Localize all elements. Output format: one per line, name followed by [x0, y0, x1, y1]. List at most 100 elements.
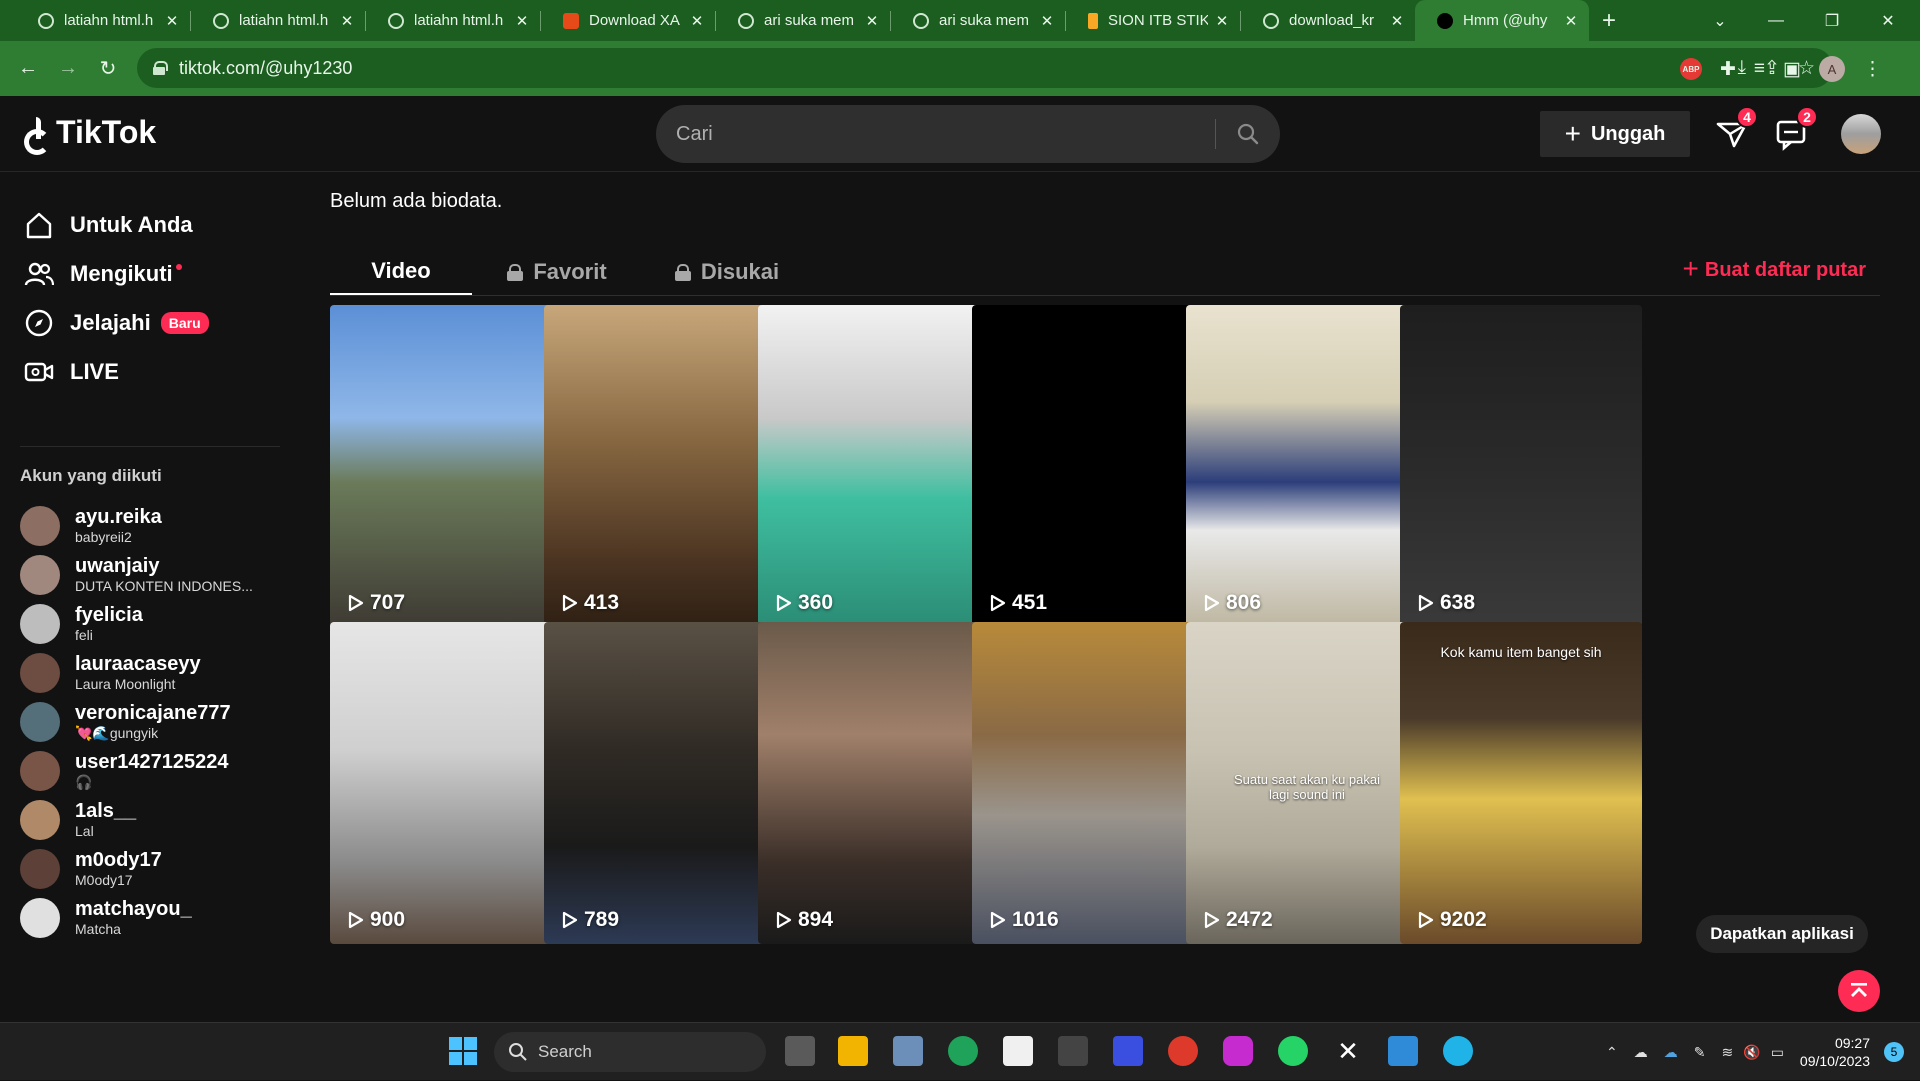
- video-card[interactable]: 806Hahahah: [1186, 305, 1428, 660]
- video-thumbnail[interactable]: 413: [544, 305, 786, 627]
- followed-account[interactable]: lauraacaseyy Laura Moonlight: [20, 649, 201, 697]
- inbox-filter-button[interactable]: 4: [1712, 106, 1758, 154]
- browser-tab[interactable]: ari suka mem ✕: [716, 0, 890, 41]
- video-thumbnail[interactable]: 806: [1186, 305, 1428, 627]
- taskbar-search[interactable]: Search: [494, 1032, 766, 1072]
- messages-button[interactable]: 2: [1772, 106, 1818, 154]
- xbox-icon[interactable]: ✕: [1333, 1036, 1363, 1066]
- video-card[interactable]: 707KOSTWARA TEAM ✌️: [330, 305, 572, 662]
- chrome-icon[interactable]: [1168, 1036, 1198, 1066]
- close-icon[interactable]: ✕: [1563, 12, 1579, 30]
- browser-tab[interactable]: latiahn html.h ✕: [366, 0, 540, 41]
- vscode-icon[interactable]: [1388, 1036, 1418, 1066]
- profile-avatar[interactable]: A: [1818, 56, 1845, 82]
- store-icon[interactable]: [1003, 1036, 1033, 1066]
- browser-tab[interactable]: SION ITB STIK ✕: [1066, 0, 1240, 41]
- clock[interactable]: 09:27 09/10/2023: [1800, 1034, 1870, 1070]
- close-icon[interactable]: ✕: [864, 12, 880, 30]
- app-icon[interactable]: [1443, 1036, 1473, 1066]
- browser-tab[interactable]: latiahn html.h ✕: [191, 0, 365, 41]
- close-icon[interactable]: ✕: [689, 12, 705, 30]
- video-thumbnail[interactable]: 894: [758, 622, 1000, 944]
- file-explorer-icon[interactable]: [838, 1036, 868, 1066]
- forward-button[interactable]: →: [48, 49, 88, 89]
- url-text[interactable]: tiktok.com/@uhy1230: [179, 58, 352, 79]
- tab-search-chevron-icon[interactable]: ⌄: [1692, 0, 1748, 41]
- app-icon[interactable]: [1113, 1036, 1143, 1066]
- video-card[interactable]: 1016: [972, 622, 1214, 944]
- adblock-plus-icon[interactable]: ABP: [1680, 58, 1702, 80]
- video-card[interactable]: 413aaaaaaa: [544, 305, 786, 660]
- video-thumbnail[interactable]: 638: [1400, 305, 1642, 627]
- followed-account[interactable]: ayu.reika babyreii2: [20, 502, 162, 550]
- nav-live[interactable]: LIVE: [22, 352, 119, 392]
- user-avatar[interactable]: [1841, 114, 1881, 154]
- close-icon[interactable]: ✕: [1389, 12, 1405, 30]
- followed-account[interactable]: m0ody17 M0ody17: [20, 845, 162, 893]
- video-thumbnail[interactable]: 360: [758, 305, 1000, 627]
- browser-tab[interactable]: ari suka mem ✕: [891, 0, 1065, 41]
- tiktok-logo[interactable]: TikTok: [20, 114, 156, 155]
- create-playlist-button[interactable]: + Buat daftar putar: [1683, 253, 1866, 285]
- close-icon[interactable]: ✕: [514, 12, 530, 30]
- reading-list-icon[interactable]: ≡: [1754, 58, 1765, 80]
- followed-account[interactable]: matchayou_ Matcha: [20, 894, 192, 942]
- video-thumbnail[interactable]: Suatu saat akan ku pakai lagi sound ini 2…: [1186, 622, 1428, 944]
- whatsapp-icon[interactable]: [1278, 1036, 1308, 1066]
- network-warning-icon[interactable]: ☁: [1634, 1044, 1648, 1061]
- photos-icon[interactable]: [893, 1036, 923, 1066]
- video-card[interactable]: 451P nongki: [972, 305, 1214, 660]
- nav-jelajahi[interactable]: Jelajahi Baru: [22, 303, 209, 343]
- task-view-icon[interactable]: [785, 1036, 815, 1066]
- tray-chevron-icon[interactable]: ⌃: [1606, 1044, 1618, 1061]
- video-thumbnail[interactable]: 707: [330, 305, 572, 627]
- app-icon[interactable]: [1058, 1036, 1088, 1066]
- pen-icon[interactable]: ✎: [1694, 1044, 1706, 1061]
- video-thumbnail[interactable]: 900: [330, 622, 572, 944]
- followed-account[interactable]: fyelicia feli: [20, 600, 143, 648]
- scroll-to-top-button[interactable]: [1838, 970, 1880, 1012]
- followed-account[interactable]: uwanjaiy DUTA KONTEN INDONES...: [20, 551, 253, 599]
- reload-button[interactable]: ↻: [88, 49, 128, 89]
- back-button[interactable]: ←: [8, 49, 48, 89]
- volume-muted-icon[interactable]: 🔇: [1743, 1044, 1760, 1061]
- video-thumbnail[interactable]: 1016: [972, 622, 1214, 944]
- close-window-button[interactable]: ✕: [1860, 0, 1916, 41]
- followed-account[interactable]: 1als__ Lal: [20, 796, 136, 844]
- wifi-icon[interactable]: ≋: [1722, 1044, 1734, 1061]
- close-icon[interactable]: ✕: [1039, 12, 1055, 30]
- tab-favorit[interactable]: Favorit: [472, 248, 642, 296]
- get-app-button[interactable]: Dapatkan aplikasi: [1696, 915, 1868, 953]
- maximize-button[interactable]: ❐: [1804, 0, 1860, 41]
- side-panel-icon[interactable]: ▣: [1783, 58, 1801, 81]
- video-card[interactable]: 789: [544, 622, 786, 944]
- notification-badge[interactable]: 5: [1884, 1042, 1904, 1062]
- video-card[interactable]: 894: [758, 622, 1000, 944]
- nav-untuk-anda[interactable]: Untuk Anda: [22, 205, 193, 245]
- browser-tab[interactable]: download_kr ✕: [1241, 0, 1415, 41]
- followed-account[interactable]: veronicajane777 💘🌊gungyik: [20, 698, 231, 746]
- tab-disukai[interactable]: Disukai: [642, 248, 812, 296]
- wps-office-icon[interactable]: [1223, 1036, 1253, 1066]
- video-card[interactable]: 900: [330, 622, 572, 944]
- video-card[interactable]: 360Briges abadi sikattt: [758, 305, 1000, 660]
- followed-account[interactable]: user1427125224 🎧: [20, 747, 228, 795]
- browser-menu-icon[interactable]: ⋮: [1863, 58, 1882, 81]
- video-thumbnail[interactable]: 789: [544, 622, 786, 944]
- upload-button[interactable]: + Unggah: [1540, 111, 1690, 157]
- lock-icon[interactable]: [153, 61, 168, 75]
- video-thumbnail[interactable]: 451: [972, 305, 1214, 627]
- video-thumbnail[interactable]: Kok kamu item banget sih 9202: [1400, 622, 1642, 944]
- new-tab-button[interactable]: +: [1589, 0, 1629, 41]
- video-card[interactable]: 638Selekbewww: [1400, 305, 1642, 660]
- nav-mengikuti[interactable]: Mengikuti: [22, 254, 182, 294]
- browser-tab[interactable]: latiahn html.h ✕: [16, 0, 190, 41]
- search-input[interactable]: [656, 122, 1206, 146]
- minimize-button[interactable]: —: [1748, 0, 1804, 41]
- video-card[interactable]: Suatu saat akan ku pakai lagi sound ini 2…: [1186, 622, 1428, 944]
- tab-video[interactable]: Video: [330, 248, 472, 296]
- browser-tab-active[interactable]: Hmm (@uhy ✕: [1415, 0, 1589, 41]
- battery-icon[interactable]: ▭: [1771, 1044, 1784, 1061]
- edge-icon[interactable]: [948, 1036, 978, 1066]
- onedrive-icon[interactable]: ☁: [1664, 1044, 1678, 1061]
